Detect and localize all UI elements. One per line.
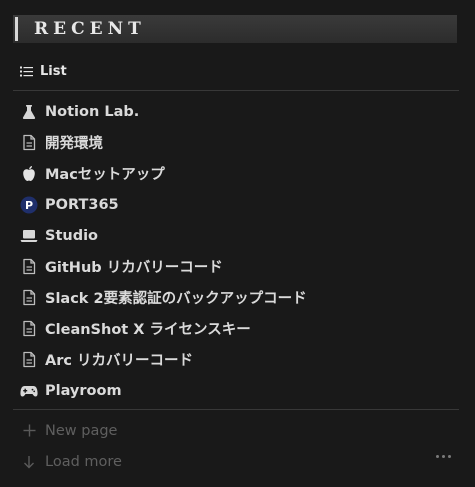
- laptop-icon: [19, 226, 39, 246]
- page-icon: [19, 350, 39, 370]
- list-item-dev-env[interactable]: 開発環境: [13, 127, 459, 158]
- list-item-slack-backup[interactable]: Slack 2要素認証のバックアップコード: [13, 282, 459, 313]
- list-item-cleanshot-license[interactable]: CleanShot X ライセンスキー: [13, 313, 459, 344]
- header-title: RECENT: [34, 19, 146, 39]
- list-item-playroom[interactable]: Playroom: [13, 375, 459, 406]
- more-options-icon[interactable]: [436, 455, 451, 458]
- list-item-notion-lab[interactable]: Notion Lab.: [13, 96, 459, 127]
- load-more-button[interactable]: Load more: [13, 446, 459, 477]
- plus-icon: [19, 421, 39, 441]
- flask-icon: [19, 102, 39, 122]
- new-page-button[interactable]: New page: [13, 415, 459, 446]
- list-item-port365[interactable]: P PORT365: [13, 189, 459, 220]
- page-icon: [19, 319, 39, 339]
- page-icon: [19, 257, 39, 277]
- page-icon: [19, 133, 39, 153]
- arrow-down-icon: [19, 452, 39, 472]
- recent-footer: New page Load more: [13, 415, 459, 477]
- list-item-studio[interactable]: Studio: [13, 220, 459, 251]
- list-icon: [20, 66, 33, 76]
- gamepad-icon: [19, 381, 39, 401]
- section-header: RECENT: [13, 15, 457, 43]
- view-tab-label: List: [40, 63, 67, 79]
- port365-logo-icon: P: [19, 195, 39, 215]
- apple-icon: [19, 164, 39, 184]
- header-accent-bar: [15, 17, 18, 41]
- recent-list: Notion Lab. 開発環境 Macセットアップ P PORT365 Stu…: [13, 96, 459, 406]
- list-item-github-recovery[interactable]: GitHub リカバリーコード: [13, 251, 459, 282]
- divider-bottom: [13, 409, 459, 410]
- divider-top: [13, 90, 459, 91]
- view-tab-list[interactable]: List: [20, 62, 67, 80]
- svg-text:P: P: [25, 199, 33, 212]
- page-icon: [19, 288, 39, 308]
- list-item-mac-setup[interactable]: Macセットアップ: [13, 158, 459, 189]
- list-item-arc-recovery[interactable]: Arc リカバリーコード: [13, 344, 459, 375]
